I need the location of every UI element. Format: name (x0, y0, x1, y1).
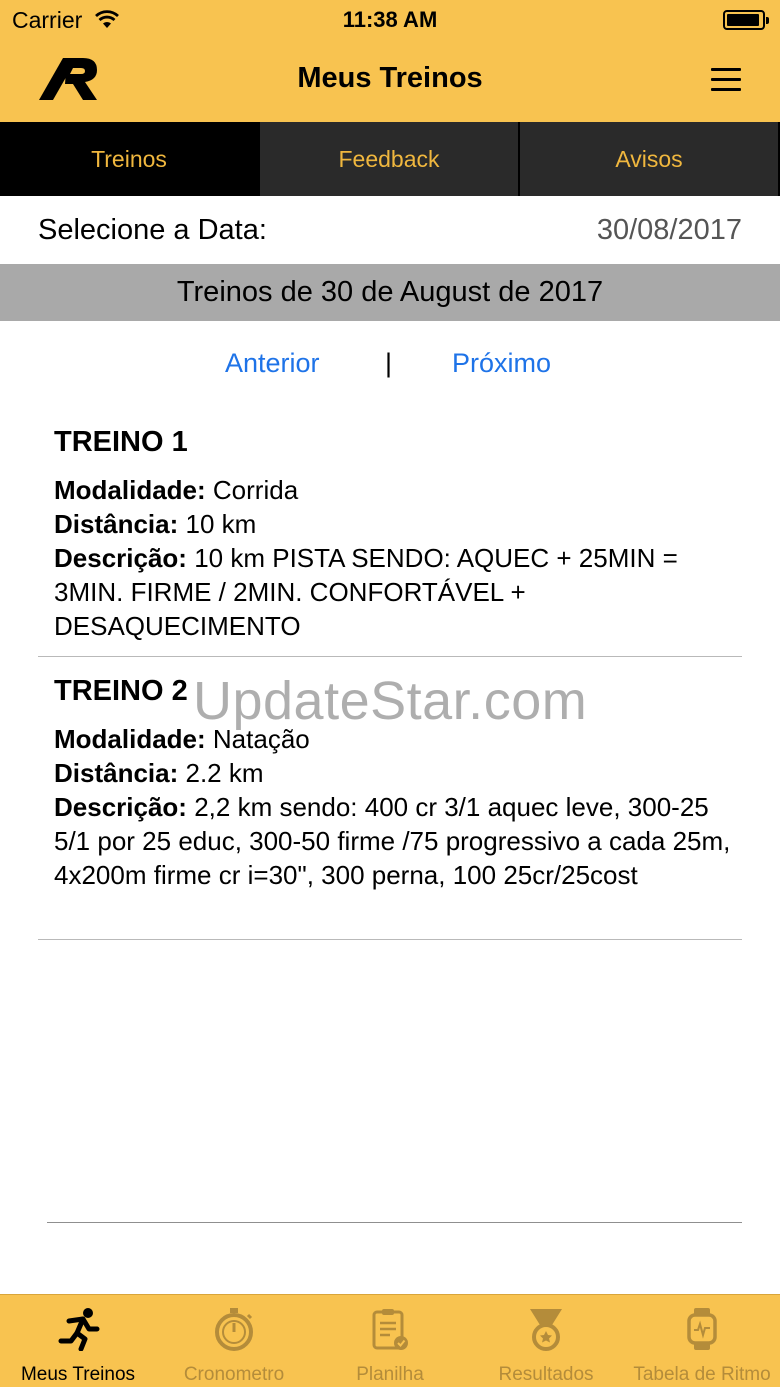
divider (38, 656, 742, 657)
clipboard-icon (312, 1307, 468, 1351)
tabbar-label: Tabela de Ritmo (633, 1364, 771, 1385)
tabbar-item-tabela-de-ritmo[interactable]: Tabela de Ritmo (624, 1295, 780, 1387)
smartwatch-icon (624, 1307, 780, 1351)
tabbar-label: Resultados (498, 1364, 594, 1385)
tab-feedback[interactable]: Feedback (260, 122, 518, 196)
clock: 11:38 AM (342, 7, 438, 32)
stopwatch-icon (156, 1307, 312, 1351)
workout-distance: Distância: 10 km (54, 509, 257, 539)
runner-icon (0, 1307, 156, 1351)
workout-distance: Distância: 2.2 km (54, 758, 264, 788)
bottom-tab-bar: Meus Treinos Cronometro Planilha Resulta… (0, 1294, 780, 1387)
workout-modality: Modalidade: Corrida (54, 475, 299, 505)
segment-tabs: Treinos Feedback Avisos (0, 122, 780, 196)
hamburger-menu-icon[interactable] (708, 64, 746, 94)
date-selector[interactable]: Selecione a Data: 30/08/2017 (0, 196, 780, 264)
workout-description: Descrição: 10 km PISTA SENDO: AQUEC + 25… (54, 543, 678, 641)
status-bar: Carrier 11:38 AM (0, 0, 780, 40)
pager: Anterior | Próximo (0, 346, 780, 386)
tabbar-label: Meus Treinos (20, 1364, 136, 1385)
nav-bar: Meus Treinos (0, 40, 780, 122)
divider (47, 1222, 742, 1223)
next-link[interactable]: Próximo (452, 348, 551, 379)
workout-description: Descrição: 2,2 km sendo: 400 cr 3/1 aque… (54, 792, 731, 890)
tabbar-label: Planilha (356, 1364, 424, 1385)
day-header: Treinos de 30 de August de 2017 (0, 264, 780, 321)
date-label: Selecione a Data: (38, 214, 267, 246)
tabbar-label: Cronometro (183, 1364, 285, 1385)
previous-link[interactable]: Anterior (225, 348, 320, 379)
page-title: Meus Treinos (297, 62, 483, 94)
medal-icon (468, 1307, 624, 1351)
tabbar-item-meus-treinos[interactable]: Meus Treinos (0, 1295, 156, 1387)
tab-treinos[interactable]: Treinos (0, 122, 258, 196)
battery-icon (723, 10, 769, 30)
watermark: UpdateStar.com (193, 671, 588, 731)
workout-title: TREINO 1 (54, 426, 188, 458)
date-value[interactable]: 30/08/2017 (597, 214, 742, 247)
tab-avisos[interactable]: Avisos (520, 122, 778, 196)
tabbar-item-cronometro[interactable]: Cronometro (156, 1295, 312, 1387)
workout-card: TREINO 1 Modalidade: Corrida Distância: … (54, 425, 744, 643)
divider (38, 939, 742, 940)
pager-separator: | (385, 348, 393, 378)
tabbar-item-planilha[interactable]: Planilha (312, 1295, 468, 1387)
tabbar-item-resultados[interactable]: Resultados (468, 1295, 624, 1387)
